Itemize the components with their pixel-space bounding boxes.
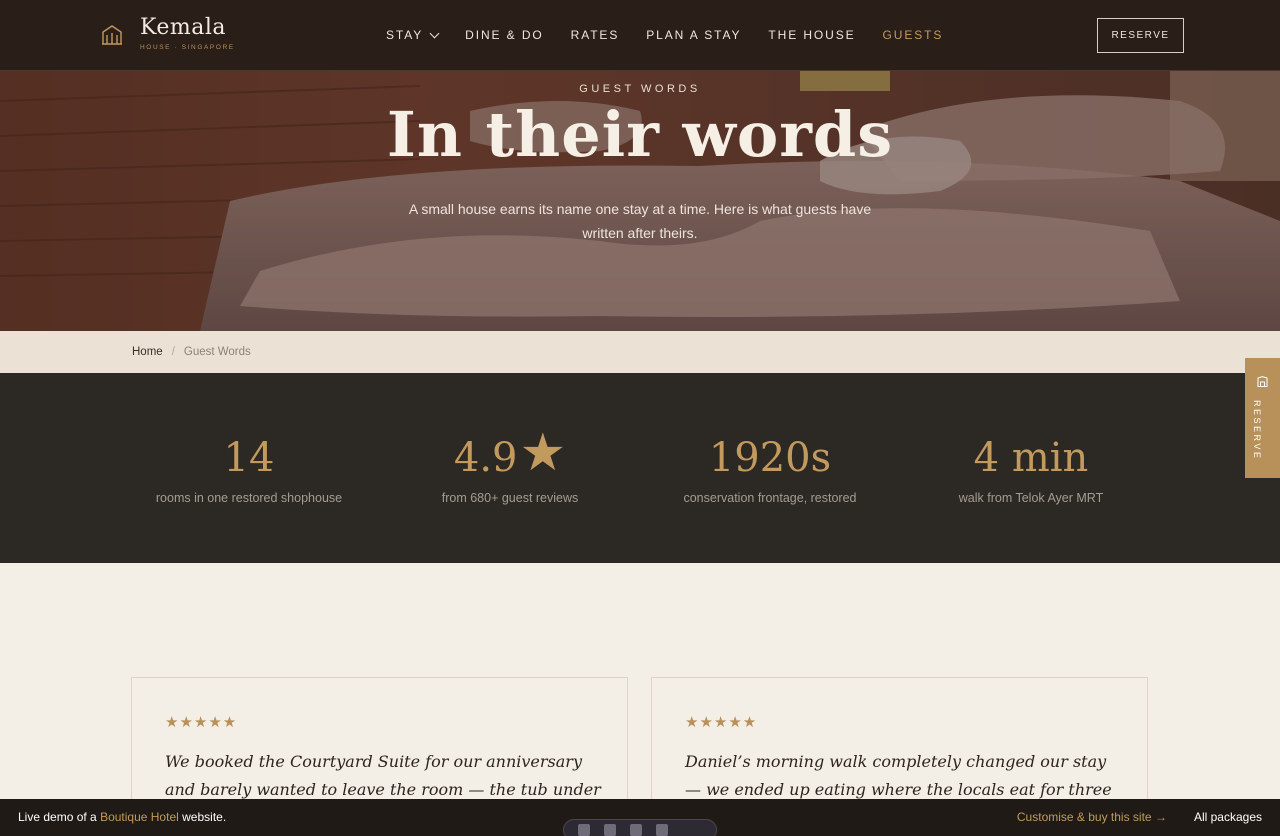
stat-rooms-value: 14 <box>223 435 275 481</box>
star-icon: ★ <box>519 423 567 483</box>
nav-guests[interactable]: GUESTS <box>883 28 944 42</box>
shophouse-logo-icon <box>102 25 122 45</box>
demo-bar: Live demo of a Boutique Hotel website. C… <box>0 799 1280 836</box>
stat-rating: 4.9 ★ from 680+ guest reviews <box>380 423 640 505</box>
stat-rating-value: 4.9 ★ <box>453 423 567 483</box>
chevron-down-icon <box>429 28 440 38</box>
nav-guests-label: GUESTS <box>882 28 944 42</box>
demo-prefix: Live demo of a <box>18 810 97 824</box>
stat-rooms: 14 rooms in one restored shophouse <box>119 428 379 505</box>
page-title: In their words <box>386 98 894 171</box>
stat-rating-label: from 680+ guest reviews <box>441 491 579 505</box>
nav-plan-a-stay-label: PLAN A STAY <box>646 28 742 42</box>
demo-notice: Live demo of a Boutique Hotel website. <box>18 810 226 824</box>
breadcrumb: Home / Guest Words <box>0 331 1280 373</box>
brand-tagline: HOUSE · SINGAPORE <box>140 44 235 51</box>
demo-toolbar <box>563 819 717 836</box>
stat-walk: 4 min walk from Telok Ayer MRT <box>901 428 1161 505</box>
stat-walk-value: 4 min <box>973 435 1089 481</box>
customise-buy-link[interactable]: Customise & buy this site → <box>1017 810 1167 824</box>
hero-subtitle: A small house earns its name one stay at… <box>408 201 872 241</box>
all-packages-link[interactable]: All packages <box>1194 810 1262 824</box>
nav-dine-do[interactable]: DINE & DO <box>465 28 543 42</box>
toolbar-icon[interactable] <box>630 824 642 836</box>
side-reserve-label: RESERVE <box>1252 400 1262 461</box>
nav-rates[interactable]: RATES <box>571 28 620 42</box>
nav-rates-label: RATES <box>570 28 620 42</box>
toolbar-icon[interactable] <box>656 824 668 836</box>
building-icon <box>1257 376 1268 387</box>
nav-the-house[interactable]: THE HOUSE <box>768 28 855 42</box>
nav-stay-label: STAY <box>386 28 424 42</box>
breadcrumb-separator: / <box>171 346 175 358</box>
demo-actions: Customise & buy this site → All packages <box>1017 810 1262 824</box>
brand-name: Kemala <box>140 15 226 40</box>
main-nav: STAY DINE & DO RATES PLAN A STAY THE HOU… <box>386 28 943 42</box>
toolbar-icon[interactable] <box>578 824 590 836</box>
breadcrumb-home-link[interactable]: Home <box>132 346 163 358</box>
reserve-button[interactable]: RESERVE <box>1097 18 1184 53</box>
toolbar-icon[interactable] <box>604 824 616 836</box>
logo[interactable]: Kemala HOUSE · SINGAPORE <box>101 16 235 51</box>
stat-era-value: 1920s <box>708 435 832 481</box>
hero: GUEST WORDS In their words A small house… <box>0 71 1280 331</box>
nav-the-house-label: THE HOUSE <box>768 28 856 42</box>
nav-dine-do-label: DINE & DO <box>465 28 544 42</box>
breadcrumb-current: Guest Words <box>183 346 251 358</box>
stat-era: 1920s conservation frontage, restored <box>640 428 900 505</box>
side-reserve-tab[interactable]: RESERVE <box>1245 358 1280 478</box>
rating-stars: ★★★★★ <box>165 714 238 731</box>
demo-highlight-link[interactable]: Boutique Hotel <box>100 810 179 824</box>
rating-stars: ★★★★★ <box>685 714 758 731</box>
stat-era-label: conservation frontage, restored <box>683 491 857 505</box>
demo-suffix: website. <box>182 810 227 824</box>
stat-walk-label: walk from Telok Ayer MRT <box>958 491 1104 505</box>
nav-stay[interactable]: STAY <box>386 28 440 42</box>
hero-eyebrow: GUEST WORDS <box>579 83 701 95</box>
stat-rooms-label: rooms in one restored shophouse <box>155 491 343 505</box>
stats-band: 14 rooms in one restored shophouse 4.9 ★ … <box>0 373 1280 563</box>
nav-plan-a-stay[interactable]: PLAN A STAY <box>646 28 741 42</box>
site-header: Kemala HOUSE · SINGAPORE STAY DINE & DO … <box>0 0 1280 71</box>
